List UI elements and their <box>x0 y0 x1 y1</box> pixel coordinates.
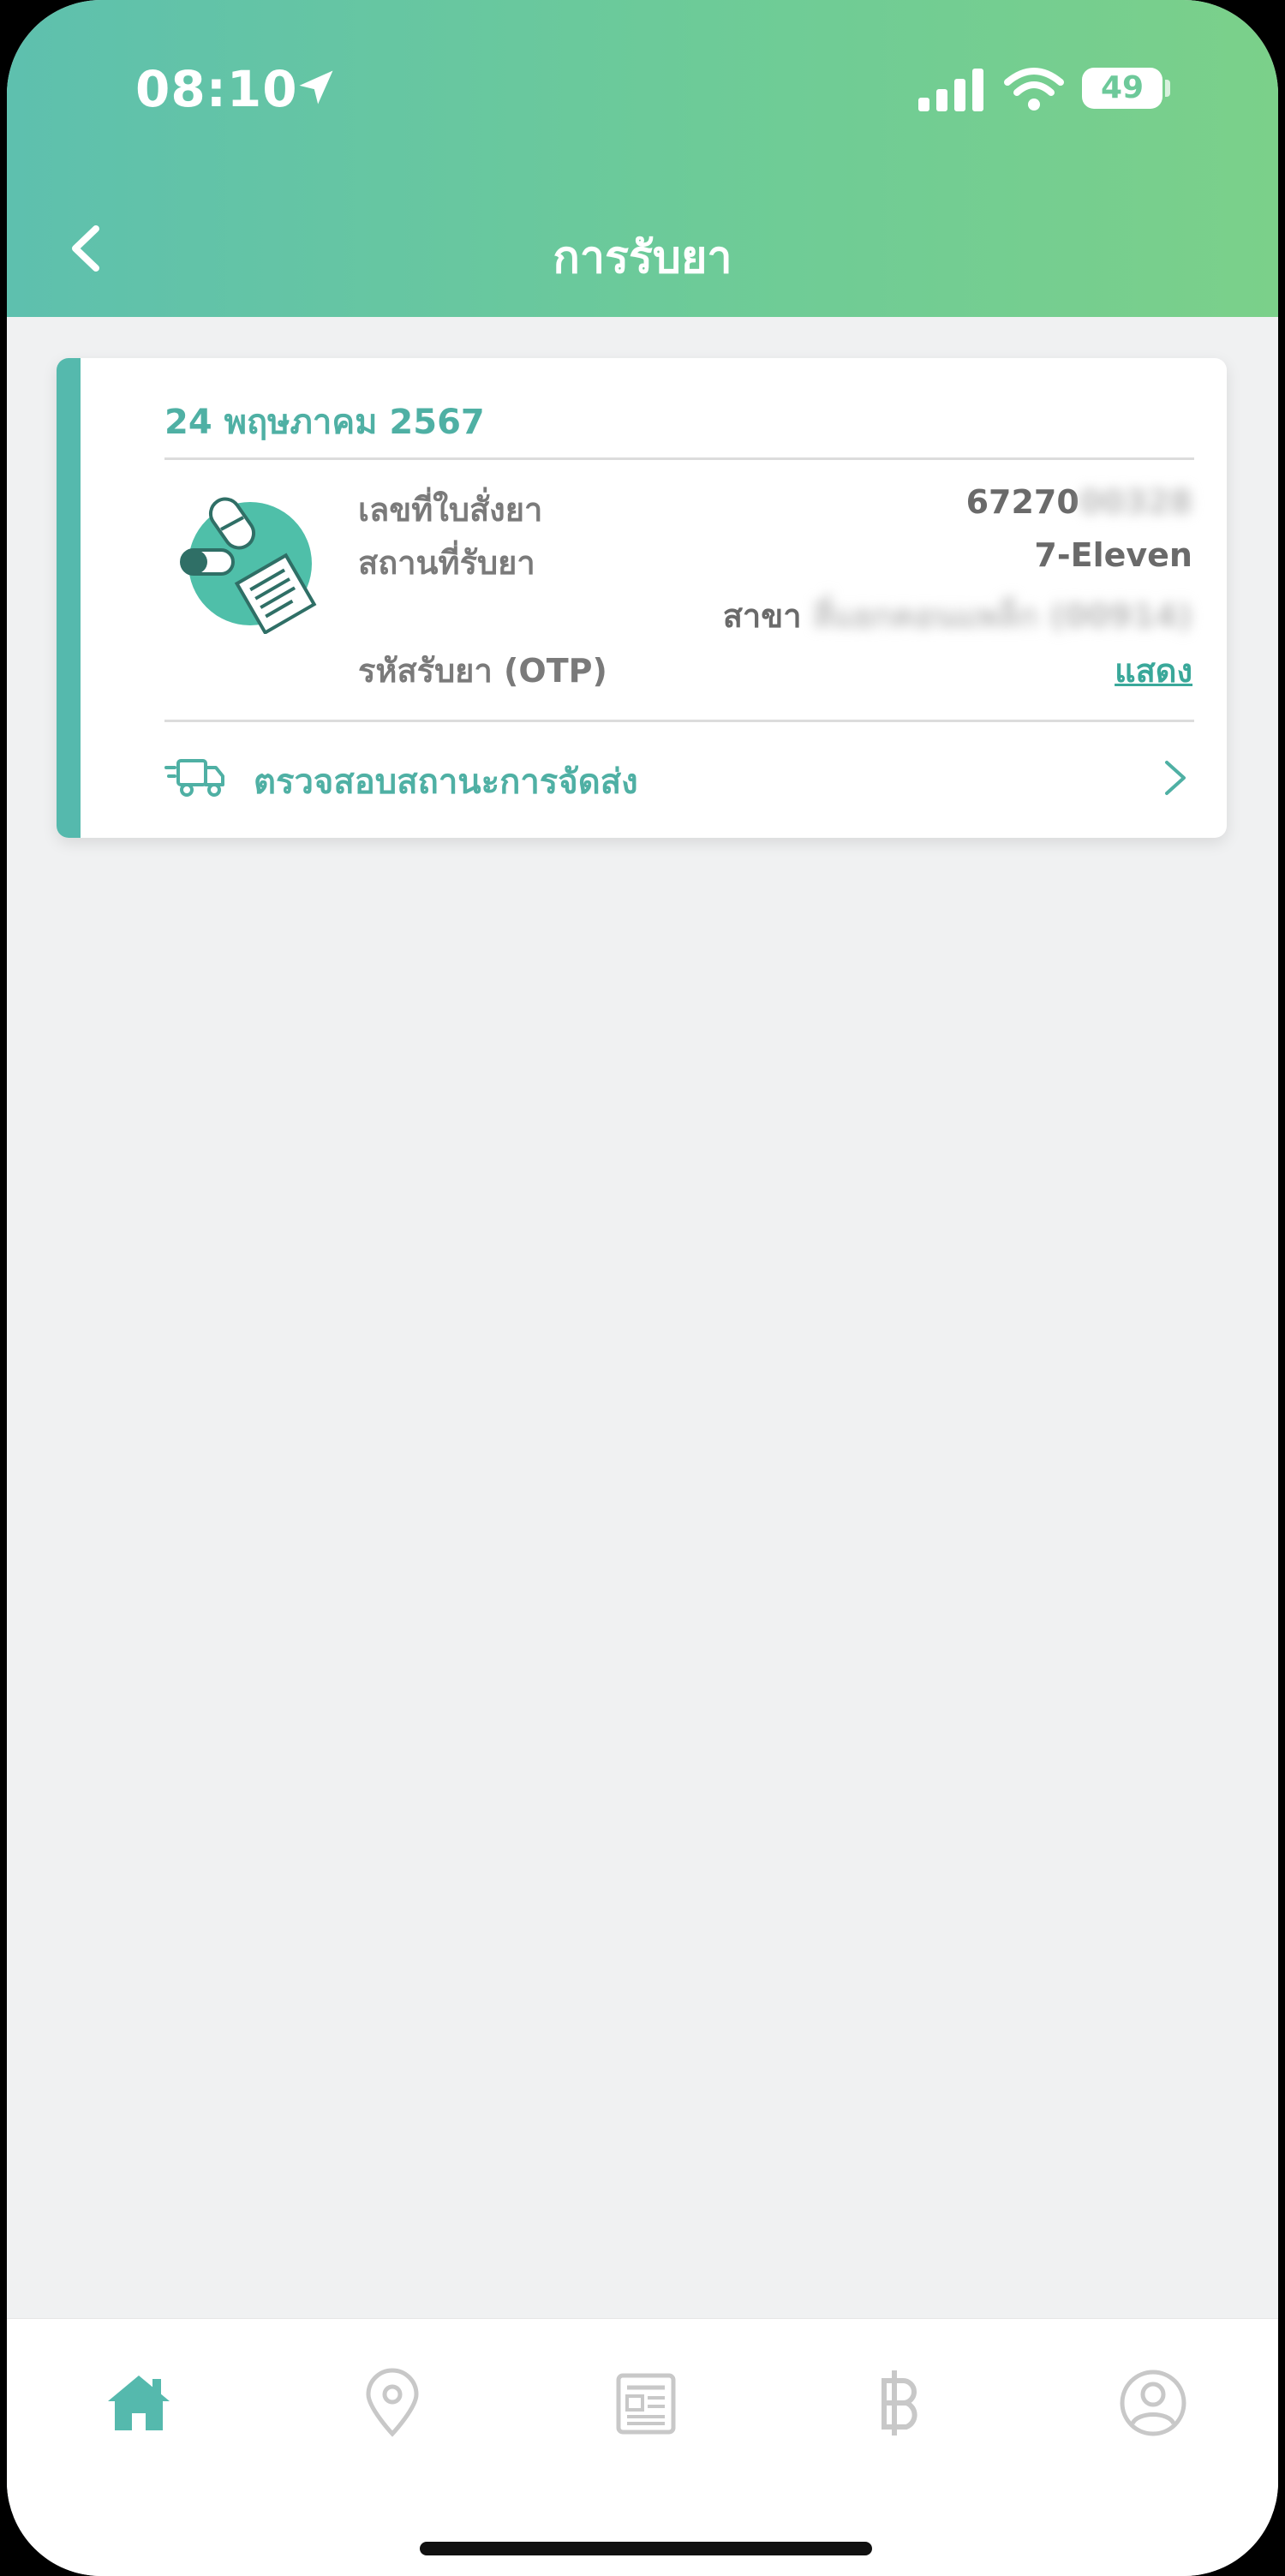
prescription-number-visible: 67270 <box>965 483 1079 521</box>
otp-label: รหัสรับยา (OTP) <box>358 652 607 690</box>
prescription-card: 24 พฤษภาคม 2567 เลขที่ใบสั่งยา 672700032… <box>57 358 1227 838</box>
prescription-number-blurred: 00328 <box>1079 483 1192 521</box>
pickup-location-label: สถานที่รับยา <box>358 544 535 582</box>
battery-indicator: 49 <box>1082 68 1162 109</box>
profile-icon[interactable] <box>1117 2367 1189 2439</box>
divider <box>164 457 1194 460</box>
prescription-number-value: 6727000328 <box>966 483 1192 521</box>
home-indicator[interactable] <box>420 2542 872 2555</box>
divider <box>164 720 1194 722</box>
card-date: 24 พฤษภาคม 2567 <box>164 403 485 442</box>
prescription-number-label: เลขที่ใบสั่งยา <box>358 491 543 529</box>
status-time: 08:10 <box>135 60 298 118</box>
page-title: การรับยา <box>553 232 732 284</box>
branch-value: สาขา สี่แยกคอนแพล็ก (00914) <box>723 589 1192 642</box>
news-icon[interactable] <box>610 2367 682 2439</box>
location-arrow-icon <box>299 70 333 105</box>
branch-label: สาขา <box>722 597 802 635</box>
home-icon[interactable] <box>103 2367 175 2439</box>
baht-icon[interactable] <box>864 2367 935 2439</box>
cellular-signal-icon <box>918 69 983 111</box>
branch-blurred: สี่แยกคอนแพล็ก (00914) <box>812 597 1192 635</box>
medicine-prescription-icon <box>180 497 317 634</box>
delivery-truck-icon <box>164 759 224 797</box>
header: 08:10 49 การรับยา <box>7 0 1278 317</box>
battery-tip <box>1165 80 1170 97</box>
bottom-navigation <box>7 2318 1278 2576</box>
check-delivery-status-link[interactable]: ตรวจสอบสถานะการจัดส่ง <box>254 754 638 809</box>
pickup-location-value: 7-Eleven <box>1034 536 1192 574</box>
card-accent-bar <box>57 358 81 838</box>
location-pin-icon[interactable] <box>356 2367 428 2439</box>
chevron-right-icon[interactable] <box>1158 757 1192 798</box>
phone-screen: 08:10 49 การรับยา 24 พฤษภาคม 2567 เลขที่… <box>7 0 1278 2576</box>
wifi-icon <box>1004 68 1064 111</box>
show-otp-link[interactable]: แสดง <box>1115 644 1192 696</box>
